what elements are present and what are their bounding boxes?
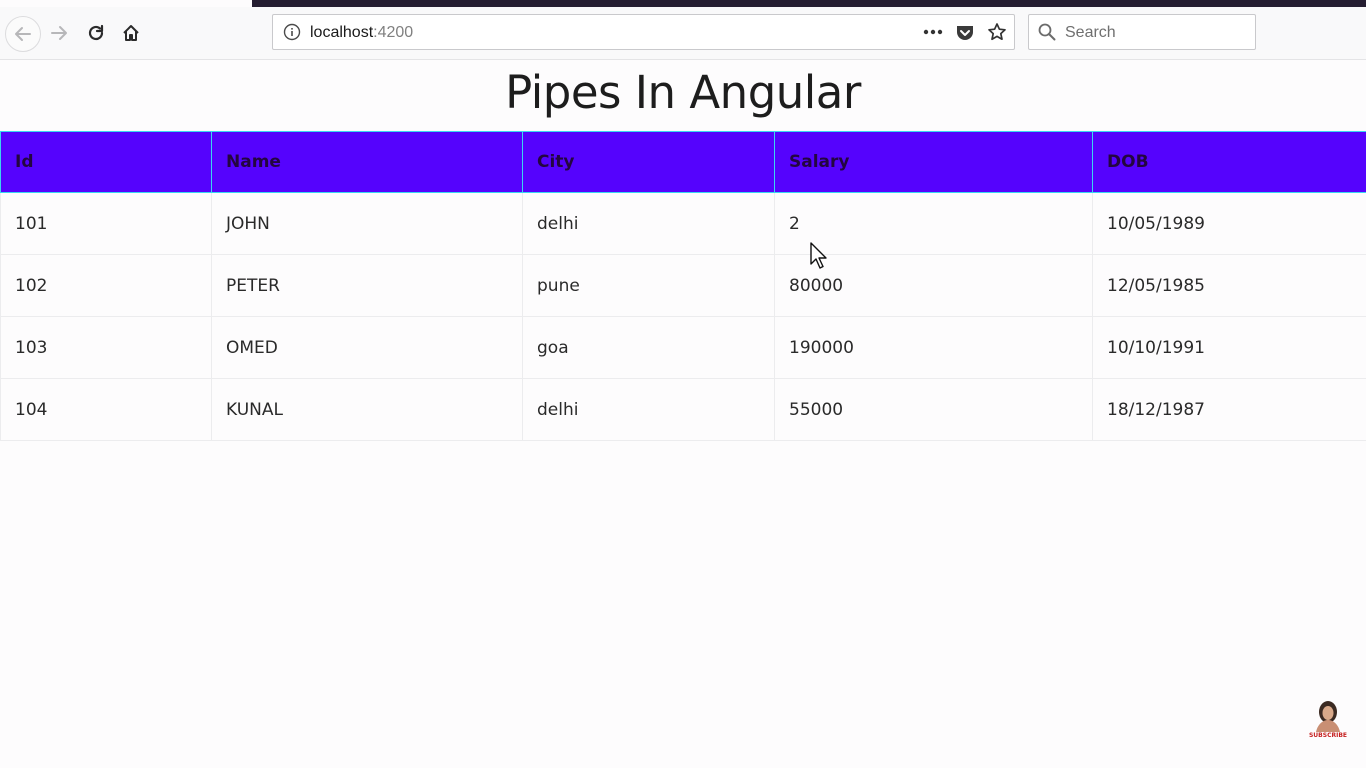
- header-name: Name: [211, 131, 523, 193]
- cell-name: JOHN: [211, 192, 523, 255]
- reload-button[interactable]: [79, 16, 113, 50]
- cell-id: 102: [0, 254, 212, 317]
- search-icon: [1038, 23, 1056, 45]
- cell-dob: 10/10/1991: [1092, 316, 1366, 379]
- cell-city: goa: [522, 316, 775, 379]
- url-port: :4200: [373, 24, 414, 41]
- cell-id: 104: [0, 378, 212, 441]
- forward-arrow-icon: [51, 26, 67, 40]
- table-row: 102 PETER pune 80000 12/05/1985: [0, 254, 1366, 317]
- cell-name: OMED: [211, 316, 523, 379]
- cell-name: KUNAL: [211, 378, 523, 441]
- cell-salary: 55000: [774, 378, 1093, 441]
- cell-dob: 18/12/1987: [1092, 378, 1366, 441]
- cell-name: PETER: [211, 254, 523, 317]
- cell-city: pune: [522, 254, 775, 317]
- cell-salary: 190000: [774, 316, 1093, 379]
- search-bar[interactable]: [1028, 14, 1256, 50]
- site-info-icon[interactable]: [283, 23, 301, 45]
- employee-table: Id Name City Salary DOB 101 JOHN delhi 2…: [0, 131, 1366, 441]
- cell-id: 103: [0, 316, 212, 379]
- cell-id: 101: [0, 192, 212, 255]
- table-row: 104 KUNAL delhi 55000 18/12/1987: [0, 378, 1366, 441]
- url-text: localhost:4200: [310, 24, 413, 42]
- header-salary: Salary: [774, 131, 1093, 193]
- cell-dob: 12/05/1985: [1092, 254, 1366, 317]
- cell-dob: 10/05/1989: [1092, 192, 1366, 255]
- page-actions-icon[interactable]: [922, 21, 944, 43]
- header-id: Id: [0, 131, 212, 193]
- bookmark-star-icon[interactable]: [986, 21, 1008, 43]
- mouse-cursor-icon: [810, 242, 828, 274]
- header-dob: DOB: [1092, 131, 1366, 193]
- table-header-row: Id Name City Salary DOB: [0, 131, 1366, 193]
- search-input[interactable]: [1063, 19, 1253, 47]
- url-host: localhost: [310, 24, 374, 41]
- pocket-icon[interactable]: [954, 21, 976, 43]
- header-city: City: [522, 131, 775, 193]
- window-top-strip: [252, 0, 1366, 7]
- page-title: Pipes In Angular: [505, 66, 861, 119]
- browser-toolbar: localhost:4200: [0, 7, 1366, 60]
- back-button[interactable]: [5, 16, 41, 52]
- home-icon: [123, 25, 139, 41]
- cell-city: delhi: [522, 378, 775, 441]
- forward-button[interactable]: [42, 16, 76, 50]
- table-row: 101 JOHN delhi 2 10/05/1989: [0, 192, 1366, 255]
- cell-city: delhi: [522, 192, 775, 255]
- table-row: 103 OMED goa 190000 10/10/1991: [0, 316, 1366, 379]
- subscribe-label[interactable]: SUBSCRIBE: [1306, 732, 1350, 739]
- reload-icon: [88, 24, 104, 41]
- home-button[interactable]: [114, 16, 148, 50]
- address-bar[interactable]: localhost:4200: [272, 14, 1015, 50]
- back-arrow-icon: [15, 27, 31, 41]
